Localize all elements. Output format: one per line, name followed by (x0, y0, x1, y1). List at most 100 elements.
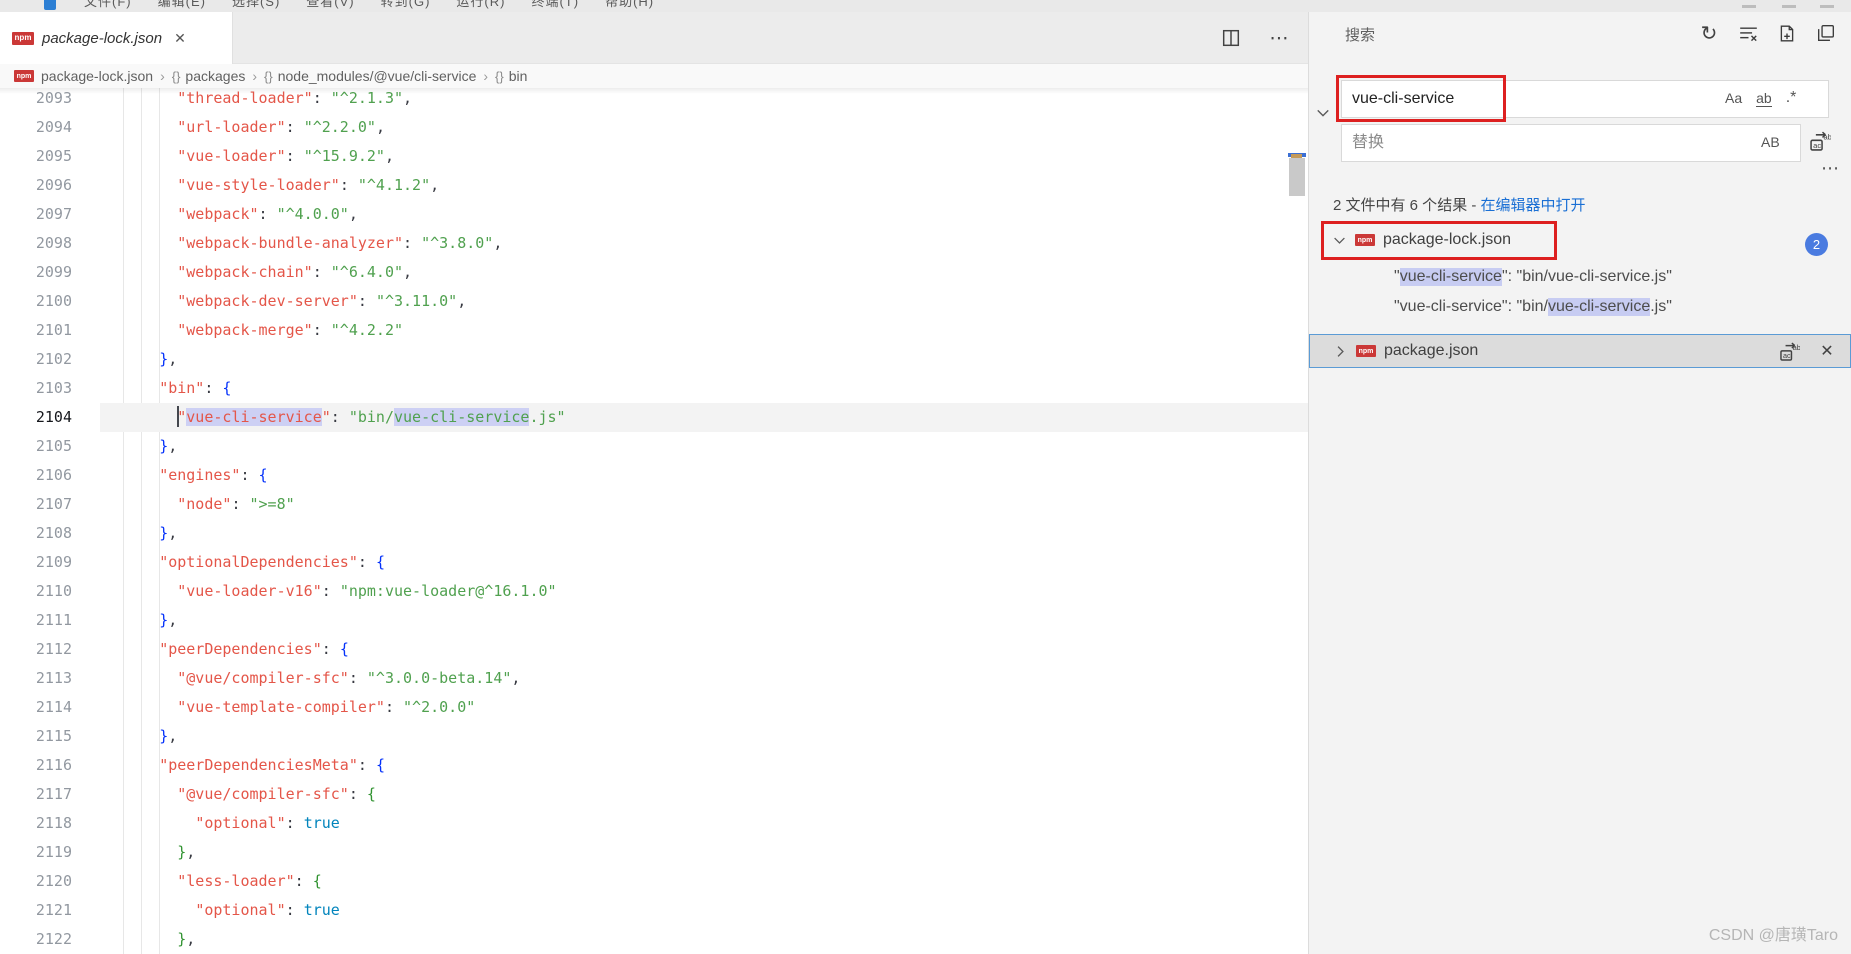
code-line[interactable]: 2100 "webpack-dev-server": "^3.11.0", (0, 287, 1308, 316)
breadcrumb-item[interactable]: {} packages (172, 68, 246, 84)
code-line[interactable]: 2120 "less-loader": { (0, 867, 1308, 896)
line-number: 2110 (35, 582, 72, 600)
menu-item-clipped[interactable]: 选择(S) (232, 0, 280, 9)
code-text[interactable]: "bin": { (72, 374, 231, 403)
menu-item-clipped[interactable]: 查看(V) (306, 0, 354, 9)
search-match-row[interactable]: "vue-cli-service": "bin/vue-cli-service.… (1309, 262, 1851, 291)
code-text[interactable]: "url-loader": "^2.2.0", (72, 113, 385, 142)
code-text[interactable]: "peerDependencies": { (72, 635, 349, 664)
code-text[interactable]: "webpack-bundle-analyzer": "^3.8.0", (72, 229, 502, 258)
code-line[interactable]: 2095 "vue-loader": "^15.9.2", (0, 142, 1308, 171)
code-text[interactable]: }, (72, 345, 177, 374)
more-actions-button[interactable]: ⋯ (1268, 27, 1290, 49)
code-text[interactable]: "webpack-dev-server": "^3.11.0", (72, 287, 466, 316)
code-line[interactable]: 2098 "webpack-bundle-analyzer": "^3.8.0"… (0, 229, 1308, 258)
code-line[interactable]: 2114 "vue-template-compiler": "^2.0.0" (0, 693, 1308, 722)
code-text[interactable]: "@vue/compiler-sfc": { (72, 780, 376, 809)
json-object-icon: {} (264, 68, 273, 84)
code-line[interactable]: 2101 "webpack-merge": "^4.2.2" (0, 316, 1308, 345)
code-line[interactable]: 2104 "vue-cli-service": "bin/vue-cli-ser… (0, 403, 1308, 432)
breadcrumb-item[interactable]: npm package-lock.json (14, 68, 153, 84)
code-text[interactable]: "vue-loader": "^15.9.2", (72, 142, 394, 171)
open-in-editor-icon[interactable] (1815, 22, 1837, 44)
menu-item-clipped[interactable]: 转到(G) (381, 0, 431, 9)
replace-all-in-file-icon[interactable]: ac ab (1778, 340, 1800, 362)
code-text[interactable]: "@vue/compiler-sfc": "^3.0.0-beta.14", (72, 664, 520, 693)
code-line[interactable]: 2122 }, (0, 925, 1308, 954)
code-text[interactable]: "optional": true (72, 896, 340, 925)
code-line[interactable]: 2106 "engines": { (0, 461, 1308, 490)
menu-item-clipped[interactable]: 编辑(E) (158, 0, 206, 9)
code-text[interactable]: "less-loader": { (72, 867, 322, 896)
code-line[interactable]: 2099 "webpack-chain": "^6.4.0", (0, 258, 1308, 287)
preserve-case-icon[interactable]: AB (1761, 134, 1780, 150)
replace-all-button[interactable]: ac ab (1809, 130, 1831, 152)
code-line[interactable]: 2094 "url-loader": "^2.2.0", (0, 113, 1308, 142)
result-file-row-package-json[interactable]: npm package.json ac ab ✕ (1309, 334, 1851, 368)
code-line[interactable]: 2110 "vue-loader-v16": "npm:vue-loader@^… (0, 577, 1308, 606)
code-line[interactable]: 2109 "optionalDependencies": { (0, 548, 1308, 577)
scrollbar-thumb[interactable] (1289, 158, 1305, 196)
breadcrumb-item[interactable]: {} node_modules/@vue/cli-service (264, 68, 476, 84)
code-text[interactable]: "vue-loader-v16": "npm:vue-loader@^16.1.… (72, 577, 556, 606)
chevron-right-icon[interactable] (1332, 345, 1348, 358)
code-text[interactable]: "peerDependenciesMeta": { (72, 751, 385, 780)
code-line[interactable]: 2105 }, (0, 432, 1308, 461)
dismiss-result-icon[interactable]: ✕ (1816, 340, 1838, 362)
tab-close-icon[interactable]: ✕ (174, 30, 186, 47)
editor-scrollbar[interactable] (1288, 88, 1306, 954)
open-in-editor-link[interactable]: 在编辑器中打开 (1481, 197, 1586, 214)
menu-item-clipped[interactable]: 帮助(H) (605, 0, 654, 9)
more-search-options-icon[interactable]: ⋯ (1821, 158, 1840, 179)
code-text[interactable]: }, (72, 606, 177, 635)
code-line[interactable]: 2115 }, (0, 722, 1308, 751)
menu-item-clipped[interactable]: 终端(T) (531, 0, 579, 9)
menu-item-clipped[interactable]: 运行(R) (456, 0, 505, 9)
code-text[interactable]: }, (72, 925, 195, 954)
code-text[interactable]: }, (72, 722, 177, 751)
code-text[interactable]: }, (72, 838, 195, 867)
chevron-down-icon[interactable] (1331, 234, 1347, 247)
code-text[interactable]: "engines": { (72, 461, 267, 490)
code-line[interactable]: 2097 "webpack": "^4.0.0", (0, 200, 1308, 229)
code-line[interactable]: 2113 "@vue/compiler-sfc": "^3.0.0-beta.1… (0, 664, 1308, 693)
code-line[interactable]: 2117 "@vue/compiler-sfc": { (0, 780, 1308, 809)
code-text[interactable]: "vue-template-compiler": "^2.0.0" (72, 693, 475, 722)
code-text[interactable]: "webpack-merge": "^4.2.2" (72, 316, 403, 345)
code-line[interactable]: 2103 "bin": { (0, 374, 1308, 403)
code-line[interactable]: 2096 "vue-style-loader": "^4.1.2", (0, 171, 1308, 200)
search-match-row[interactable]: "vue-cli-service": "bin/vue-cli-service.… (1309, 292, 1851, 321)
tab-package-lock-json[interactable]: npm package-lock.json ✕ (0, 12, 233, 64)
code-line[interactable]: 2118 "optional": true (0, 809, 1308, 838)
refresh-icon[interactable]: ↻ (1698, 22, 1720, 45)
code-line[interactable]: 2121 "optional": true (0, 896, 1308, 925)
code-line[interactable]: 2116 "peerDependenciesMeta": { (0, 751, 1308, 780)
code-text[interactable]: "vue-cli-service": "bin/vue-cli-service.… (72, 403, 566, 432)
breadcrumb-item[interactable]: {} bin (495, 68, 527, 84)
clear-search-results-icon[interactable] (1737, 22, 1759, 44)
open-new-search-editor-icon[interactable] (1776, 22, 1798, 44)
result-file-row-package-lock[interactable]: npm package-lock.json (1309, 224, 1851, 256)
code-line[interactable]: 2102 }, (0, 345, 1308, 374)
code-line[interactable]: 2107 "node": ">=8" (0, 490, 1308, 519)
split-editor-button[interactable] (1220, 27, 1242, 49)
code-line[interactable]: 2111 }, (0, 606, 1308, 635)
code-text[interactable]: "node": ">=8" (72, 490, 294, 519)
regex-icon[interactable]: .* (1786, 89, 1797, 107)
code-text[interactable]: }, (72, 519, 177, 548)
code-text[interactable]: "optionalDependencies": { (72, 548, 385, 577)
toggle-replace-chevron-icon[interactable] (1311, 101, 1335, 125)
whole-word-icon[interactable]: ab (1756, 90, 1772, 107)
code-text[interactable]: "optional": true (72, 809, 340, 838)
code-text[interactable]: }, (72, 432, 177, 461)
code-line[interactable]: 2112 "peerDependencies": { (0, 635, 1308, 664)
code-line[interactable]: 2108 }, (0, 519, 1308, 548)
match-case-icon[interactable]: Aa (1725, 90, 1742, 106)
replace-input[interactable] (1341, 124, 1801, 162)
code-text[interactable]: "webpack": "^4.0.0", (72, 200, 358, 229)
code-editor[interactable]: 2093 "thread-loader": "^2.1.3", 2094 "url… (0, 88, 1308, 954)
code-text[interactable]: "webpack-chain": "^6.4.0", (72, 258, 412, 287)
code-line[interactable]: 2119 }, (0, 838, 1308, 867)
code-text[interactable]: "vue-style-loader": "^4.1.2", (72, 171, 439, 200)
menu-item-clipped[interactable]: 文件(F) (84, 0, 132, 9)
